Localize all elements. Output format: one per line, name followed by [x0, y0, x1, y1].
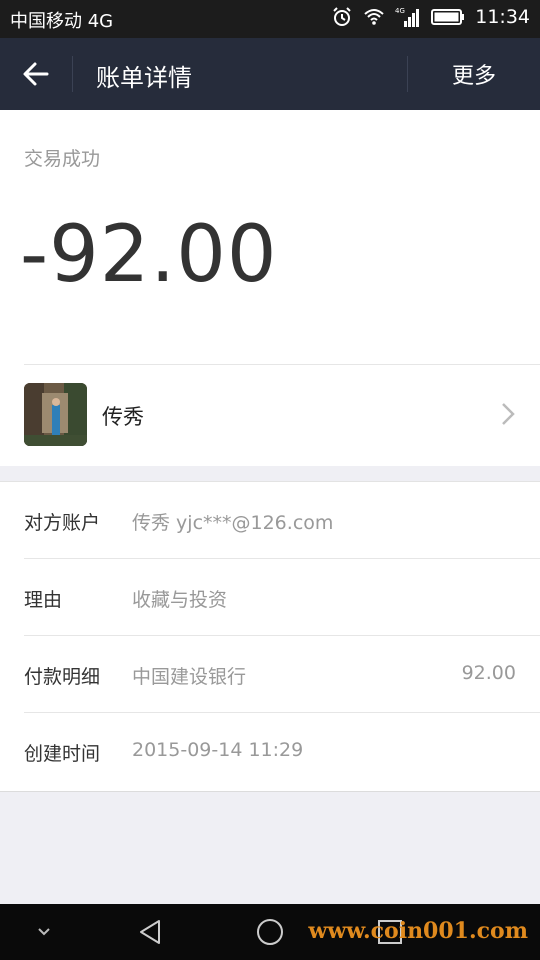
detail-row-account: 对方账户 传秀 yjc***@126.com	[0, 482, 540, 559]
payee-name: 传秀	[102, 405, 144, 429]
detail-row-payment: 付款明细 中国建设银行 92.00	[0, 636, 540, 713]
nav-home-button[interactable]	[230, 904, 310, 960]
detail-row-created: 创建时间 2015-09-14 11:29	[0, 713, 540, 790]
detail-row-reason: 理由 收藏与投资	[0, 559, 540, 636]
back-button[interactable]	[0, 38, 72, 110]
back-triangle-icon	[140, 920, 160, 944]
status-icons: 4G 11:34	[331, 6, 530, 28]
detail-value: 2015-09-14 11:29	[132, 739, 304, 761]
carrier-label: 中国移动 4G	[10, 11, 114, 32]
more-button[interactable]: 更多	[408, 38, 540, 110]
detail-label: 对方账户	[24, 512, 101, 534]
transaction-amount: -92.00	[20, 210, 278, 300]
detail-label: 创建时间	[24, 743, 101, 765]
wifi-icon	[364, 9, 384, 25]
home-circle-icon	[257, 919, 283, 945]
arrow-left-icon	[23, 62, 49, 86]
alarm-icon	[333, 7, 351, 26]
navigation-bar: www.coin001.com	[0, 904, 540, 960]
nav-back-button[interactable]	[110, 904, 190, 960]
detail-list: 对方账户 传秀 yjc***@126.com 理由 收藏与投资 付款明细 中国建…	[0, 481, 540, 792]
detail-label: 理由	[24, 589, 63, 611]
detail-value: 传秀 yjc***@126.com	[132, 512, 334, 534]
status-time: 11:34	[475, 6, 530, 28]
avatar	[24, 383, 87, 446]
payee-row[interactable]: 传秀	[0, 365, 540, 465]
header-divider	[72, 56, 73, 92]
signal-icon: 4G	[395, 7, 420, 27]
page-title: 账单详情	[96, 64, 192, 92]
title-bar: 账单详情 更多	[0, 38, 540, 110]
transaction-status: 交易成功	[24, 148, 101, 170]
hide-nav-button[interactable]	[4, 904, 84, 960]
status-bar: 中国移动 4G 4G 11:34	[0, 0, 540, 38]
battery-icon	[431, 9, 465, 25]
network-badge: 4G	[395, 7, 405, 15]
chevron-down-icon	[38, 928, 50, 936]
detail-value: 收藏与投资	[132, 589, 228, 611]
chevron-right-icon	[502, 403, 515, 425]
payment-amount: 92.00	[461, 662, 516, 684]
transaction-summary: 交易成功 -92.00 传秀	[0, 110, 540, 466]
watermark: www.coin001.com	[308, 918, 528, 944]
detail-label: 付款明细	[24, 666, 101, 688]
detail-value: 中国建设银行	[132, 666, 247, 688]
